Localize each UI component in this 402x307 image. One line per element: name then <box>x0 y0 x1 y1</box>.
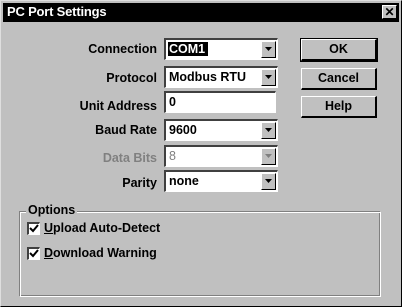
download-warning-label: Download Warning <box>44 246 157 260</box>
protocol-value: Modbus RTU <box>169 70 247 84</box>
baud-rate-label: Baud Rate <box>95 123 157 137</box>
checkmark-icon <box>29 224 39 233</box>
parity-label: Parity <box>122 176 157 190</box>
parity-value: none <box>169 174 199 188</box>
connection-value: COM1 <box>168 42 209 56</box>
unit-address-input[interactable]: 0 <box>164 91 276 113</box>
baud-rate-value: 9600 <box>169 123 197 137</box>
baud-rate-dropdown-button[interactable] <box>261 122 276 139</box>
connection-dropdown-button[interactable] <box>261 41 276 58</box>
unit-address-value: 0 <box>169 95 176 109</box>
help-button[interactable]: Help <box>301 96 377 118</box>
title-bar[interactable]: PC Port Settings ✕ <box>3 3 399 22</box>
options-group-title: Options <box>26 203 78 217</box>
checkmark-icon <box>29 249 39 258</box>
protocol-select[interactable]: Modbus RTU <box>164 66 278 88</box>
window-title: PC Port Settings <box>7 4 107 19</box>
chevron-down-icon <box>265 179 272 183</box>
close-button[interactable]: ✕ <box>382 5 397 19</box>
chevron-down-icon <box>265 47 272 51</box>
parity-select[interactable]: none <box>164 170 278 192</box>
data-bits-dropdown-button <box>261 148 276 165</box>
parity-dropdown-button[interactable] <box>261 173 276 190</box>
baud-rate-select[interactable]: 9600 <box>164 119 278 141</box>
upload-auto-detect-label: Upload Auto-Detect <box>44 221 161 235</box>
close-icon: ✕ <box>384 5 395 19</box>
protocol-label: Protocol <box>106 71 157 85</box>
chevron-down-icon <box>265 154 272 158</box>
ok-button[interactable]: OK <box>300 38 378 62</box>
data-bits-label: Data Bits <box>102 151 157 165</box>
chevron-down-icon <box>265 128 272 132</box>
cancel-button[interactable]: Cancel <box>301 68 377 90</box>
pc-port-settings-dialog: PC Port Settings ✕ Connection COM1 Proto… <box>0 0 402 307</box>
connection-select[interactable]: COM1 <box>164 38 278 60</box>
data-bits-value: 8 <box>169 149 176 163</box>
data-bits-select: 8 <box>164 145 278 167</box>
chevron-down-icon <box>265 75 272 79</box>
upload-auto-detect-checkbox[interactable] <box>27 222 40 235</box>
download-warning-checkbox[interactable] <box>27 247 40 260</box>
protocol-dropdown-button[interactable] <box>261 69 276 86</box>
connection-label: Connection <box>88 42 157 56</box>
unit-address-label: Unit Address <box>79 99 157 113</box>
